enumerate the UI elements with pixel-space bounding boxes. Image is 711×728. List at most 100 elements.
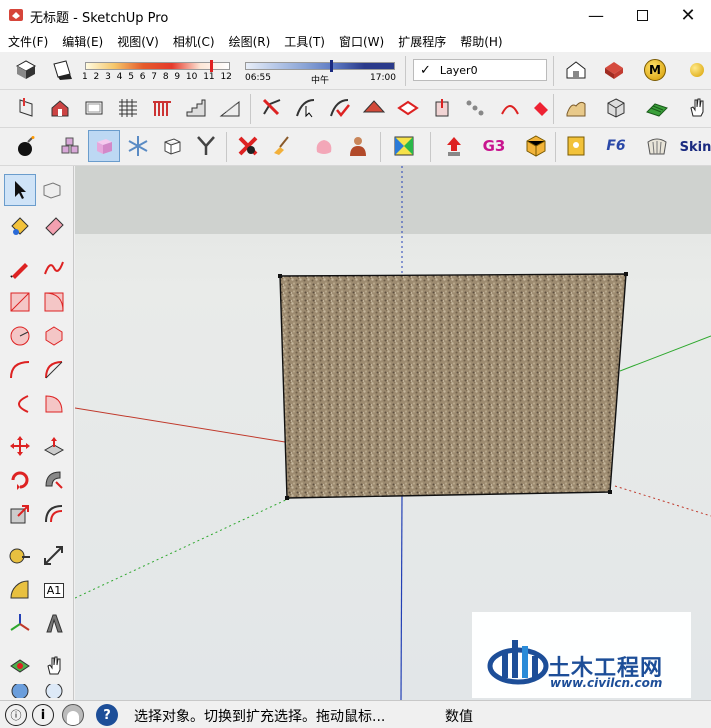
check-curve-button[interactable] [326,94,354,122]
make-component-tool[interactable] [38,176,66,204]
group-boxes-button[interactable] [56,132,84,160]
geo-location-button[interactable]: ⓘ [5,704,27,726]
soften-button[interactable] [310,132,338,160]
pan-hand-button[interactable] [683,94,711,122]
bezier-button[interactable] [496,94,524,122]
menu-edit[interactable]: 编辑(E) [58,33,107,50]
bomb-button[interactable] [12,132,40,160]
skin-button[interactable]: Skin [680,130,711,164]
menu-help[interactable]: 帮助(H) [456,33,506,50]
texture-map-button[interactable] [390,132,418,160]
menu-file[interactable]: 文件(F) [4,33,52,50]
chain-edges-button[interactable] [462,94,490,122]
sign-in-button[interactable] [62,704,84,726]
date-slider-thumb[interactable] [210,60,213,72]
menu-tools[interactable]: 工具(T) [280,33,329,50]
g3-button[interactable]: G3 [480,132,508,160]
time-slider-thumb[interactable] [330,60,333,72]
shadow-settings-button[interactable] [12,56,40,84]
line-tool[interactable] [6,254,34,282]
roof-icon [362,100,386,113]
tape-measure-tool[interactable] [6,542,34,570]
toolbar-separator [555,132,556,162]
sketchup-app-icon[interactable] [8,7,24,23]
section-plane-tool[interactable] [6,652,34,680]
gold-tag-button[interactable] [562,132,590,160]
component-button[interactable] [88,130,120,162]
stairs-button[interactable] [182,94,210,122]
three-point-arc-tool[interactable] [6,390,34,418]
date-slider[interactable] [85,62,230,70]
paint-bucket-tool[interactable] [6,212,34,240]
dimension-tool[interactable] [40,542,68,570]
delete-button[interactable] [234,132,262,160]
select-curve-button[interactable] [292,94,320,122]
grid-button[interactable] [114,94,142,122]
face-offset-button[interactable] [394,94,422,122]
select-tool[interactable] [4,174,36,206]
railing-button[interactable] [148,94,176,122]
warehouse-button[interactable] [562,56,590,84]
sphere-button[interactable] [683,56,711,84]
freehand-tool[interactable] [40,254,68,282]
y-split-button[interactable] [192,132,220,160]
arc-tool[interactable] [6,356,34,384]
eraser-tool[interactable] [40,212,68,240]
minimize-button[interactable]: — [573,0,619,30]
snowflake-button[interactable] [124,132,152,160]
3d-text-tool[interactable] [40,610,68,638]
push-pull-tool[interactable] [40,432,68,460]
polygon-tool[interactable] [40,322,68,350]
wire-box-button[interactable] [158,132,186,160]
pan-tool[interactable] [40,652,68,680]
share-model-button[interactable] [600,56,628,84]
display-shadows-button[interactable] [48,56,76,84]
rotate-tool[interactable] [6,466,34,494]
window-title: 无标题 - SketchUp Pro [30,11,169,26]
close-button[interactable]: ✕ [665,0,711,30]
front-view-button[interactable] [80,94,108,122]
sandbox-button[interactable] [562,94,590,122]
maximize-button[interactable] [619,0,665,30]
time-slider[interactable] [245,62,395,70]
two-point-arc-tool[interactable] [40,356,68,384]
zoom-tool[interactable] [40,684,68,698]
push-up-button[interactable] [440,132,468,160]
credits-button[interactable]: i [32,704,54,726]
pie-tool[interactable] [40,390,68,418]
cube-wire-button[interactable] [602,94,630,122]
follow-me-tool[interactable] [40,466,68,494]
roof-button[interactable] [360,94,388,122]
protractor-tool[interactable] [6,576,34,604]
broom-button[interactable] [268,132,296,160]
shell-button[interactable] [643,132,671,160]
menu-camera[interactable]: 相机(C) [169,33,219,50]
menu-view[interactable]: 视图(V) [113,33,163,50]
menu-draw[interactable]: 绘图(R) [225,33,275,50]
section-plane-button[interactable] [12,94,40,122]
menu-window[interactable]: 窗口(W) [335,33,388,50]
orbit-tool[interactable] [6,684,34,698]
textured-rectangle-face[interactable] [279,273,627,499]
eraser-red-button[interactable] [526,94,554,122]
terrain-button[interactable] [643,94,671,122]
f6-button[interactable]: F6 [602,132,630,160]
reverse-face-button[interactable] [428,94,456,122]
offset-tool[interactable] [40,500,68,528]
weld-edges-button[interactable] [258,94,286,122]
rotated-rectangle-tool[interactable] [40,288,68,316]
move-tool[interactable] [6,432,34,460]
rectangle-tool[interactable] [6,288,34,316]
section-fill-button[interactable] [46,94,74,122]
layer-dropdown[interactable]: ✓ Layer0 [413,59,547,81]
circle-tool[interactable] [6,322,34,350]
extension-warehouse-button[interactable]: M [641,56,669,84]
person-button[interactable] [344,132,372,160]
axes-tool[interactable] [6,610,34,638]
ramp-button[interactable] [216,94,244,122]
menu-extensions[interactable]: 扩展程序 [394,33,450,50]
help-toggle-button[interactable]: ? [96,704,118,726]
hex-button[interactable] [522,132,550,160]
text-tool[interactable]: A1 [40,576,68,604]
scale-tool[interactable] [6,500,34,528]
